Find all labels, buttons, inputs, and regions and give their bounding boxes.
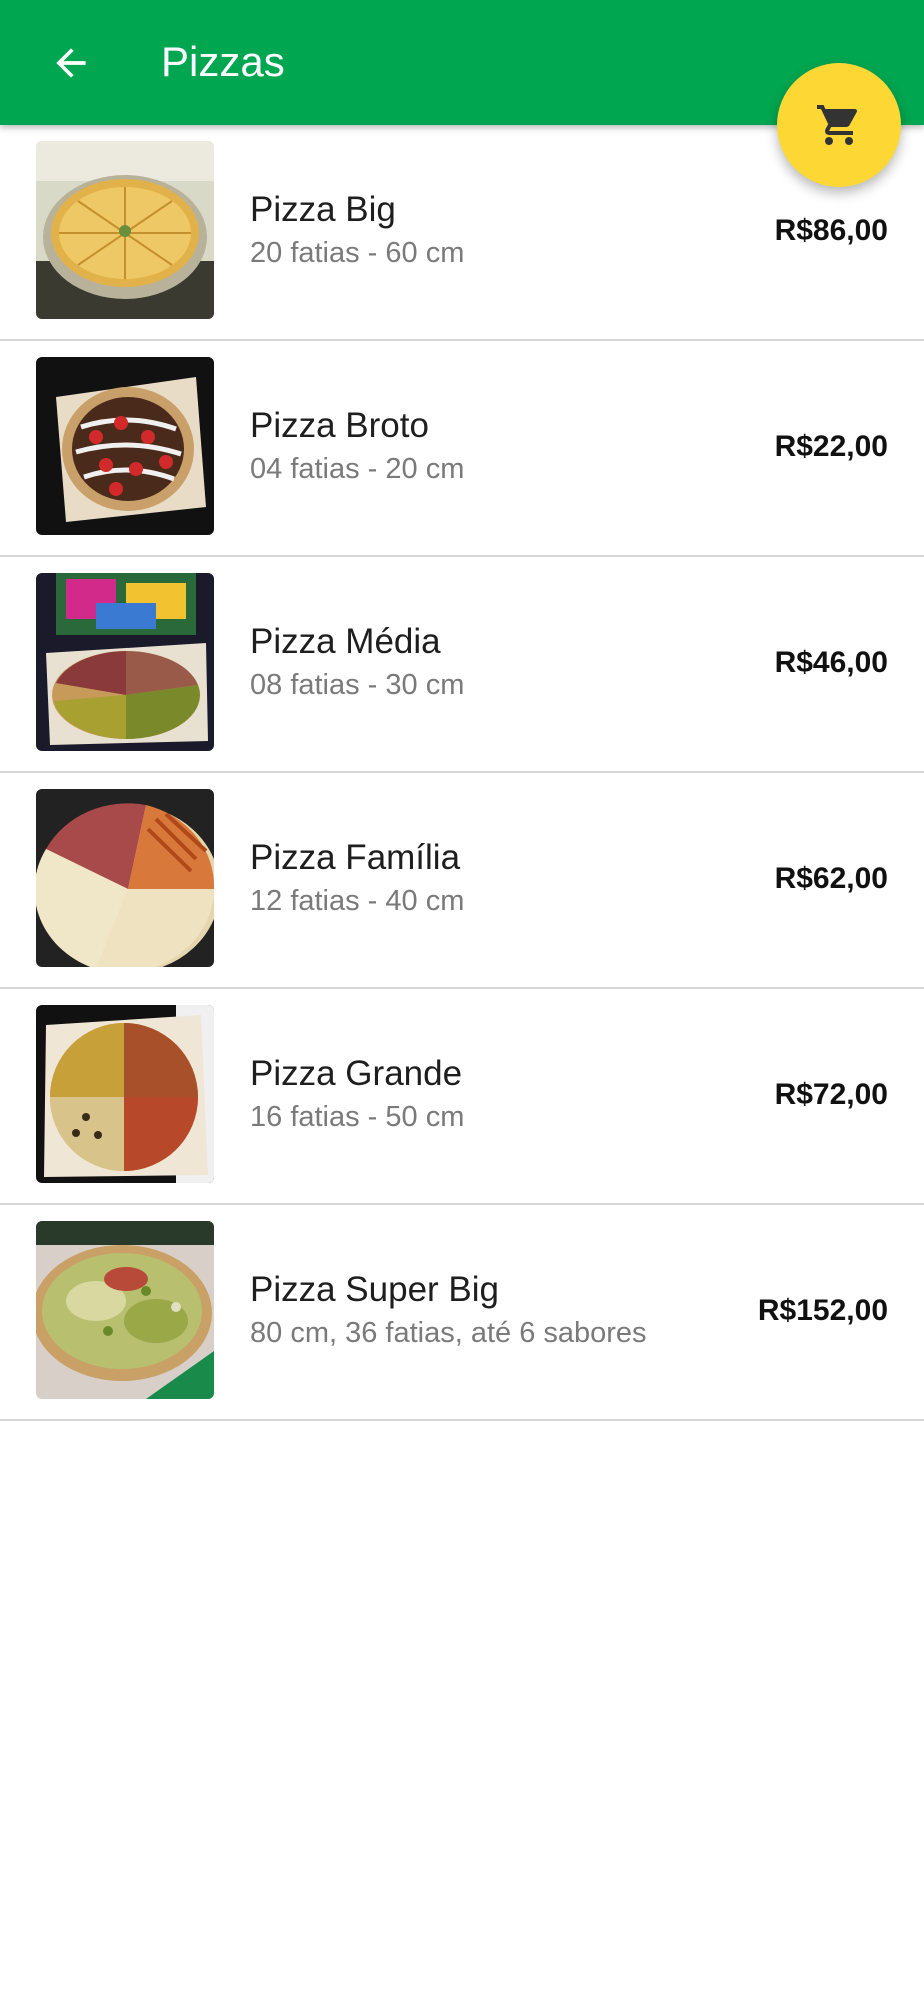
pizza-big-image [36,141,214,319]
item-price: R$62,00 [774,862,888,895]
back-button[interactable] [36,30,106,96]
item-price: R$22,00 [774,430,888,463]
item-description: 04 fatias - 20 cm [250,453,465,485]
shopping-cart-icon [817,105,858,145]
pizza-media-image [36,573,214,751]
item-name: Pizza Broto [250,406,429,445]
item-name: Pizza Média [250,622,441,661]
item-price: R$46,00 [774,646,888,679]
cart-button[interactable] [777,63,901,187]
pizza-broto-image [36,357,214,535]
item-name: Pizza Grande [250,1054,463,1093]
pizza-grande-image [36,1005,214,1183]
item-price: R$86,00 [774,214,888,247]
item-description: 80 cm, 36 fatias, até 6 sabores [250,1317,647,1349]
item-description: 20 fatias - 60 cm [250,237,465,269]
item-name: Pizza Família [250,838,461,877]
item-price: R$72,00 [774,1078,888,1111]
pizza-familia-image [36,789,214,967]
item-description: 12 fatias - 40 cm [250,885,465,917]
pizza-list: Pizza Big 20 fatias - 60 cm R$86,00 Pizz… [0,125,924,1421]
page-title: Pizzas [161,38,285,85]
list-item[interactable]: Pizza Broto 04 fatias - 20 cm R$22,00 [0,341,924,557]
list-item[interactable]: Pizza Super Big 80 cm, 36 fatias, até 6 … [0,1205,924,1421]
item-description: 16 fatias - 50 cm [250,1101,465,1133]
list-item[interactable]: Pizza Família 12 fatias - 40 cm R$62,00 [0,773,924,989]
pizza-super-big-image [36,1221,214,1399]
item-price: R$152,00 [757,1294,888,1327]
list-item[interactable]: Pizza Grande 16 fatias - 50 cm R$72,00 [0,989,924,1205]
list-item[interactable]: Pizza Média 08 fatias - 30 cm R$46,00 [0,557,924,773]
item-description: 08 fatias - 30 cm [250,669,465,701]
item-name: Pizza Big [250,190,396,229]
arrow-back-icon [56,48,86,78]
item-name: Pizza Super Big [250,1270,500,1309]
